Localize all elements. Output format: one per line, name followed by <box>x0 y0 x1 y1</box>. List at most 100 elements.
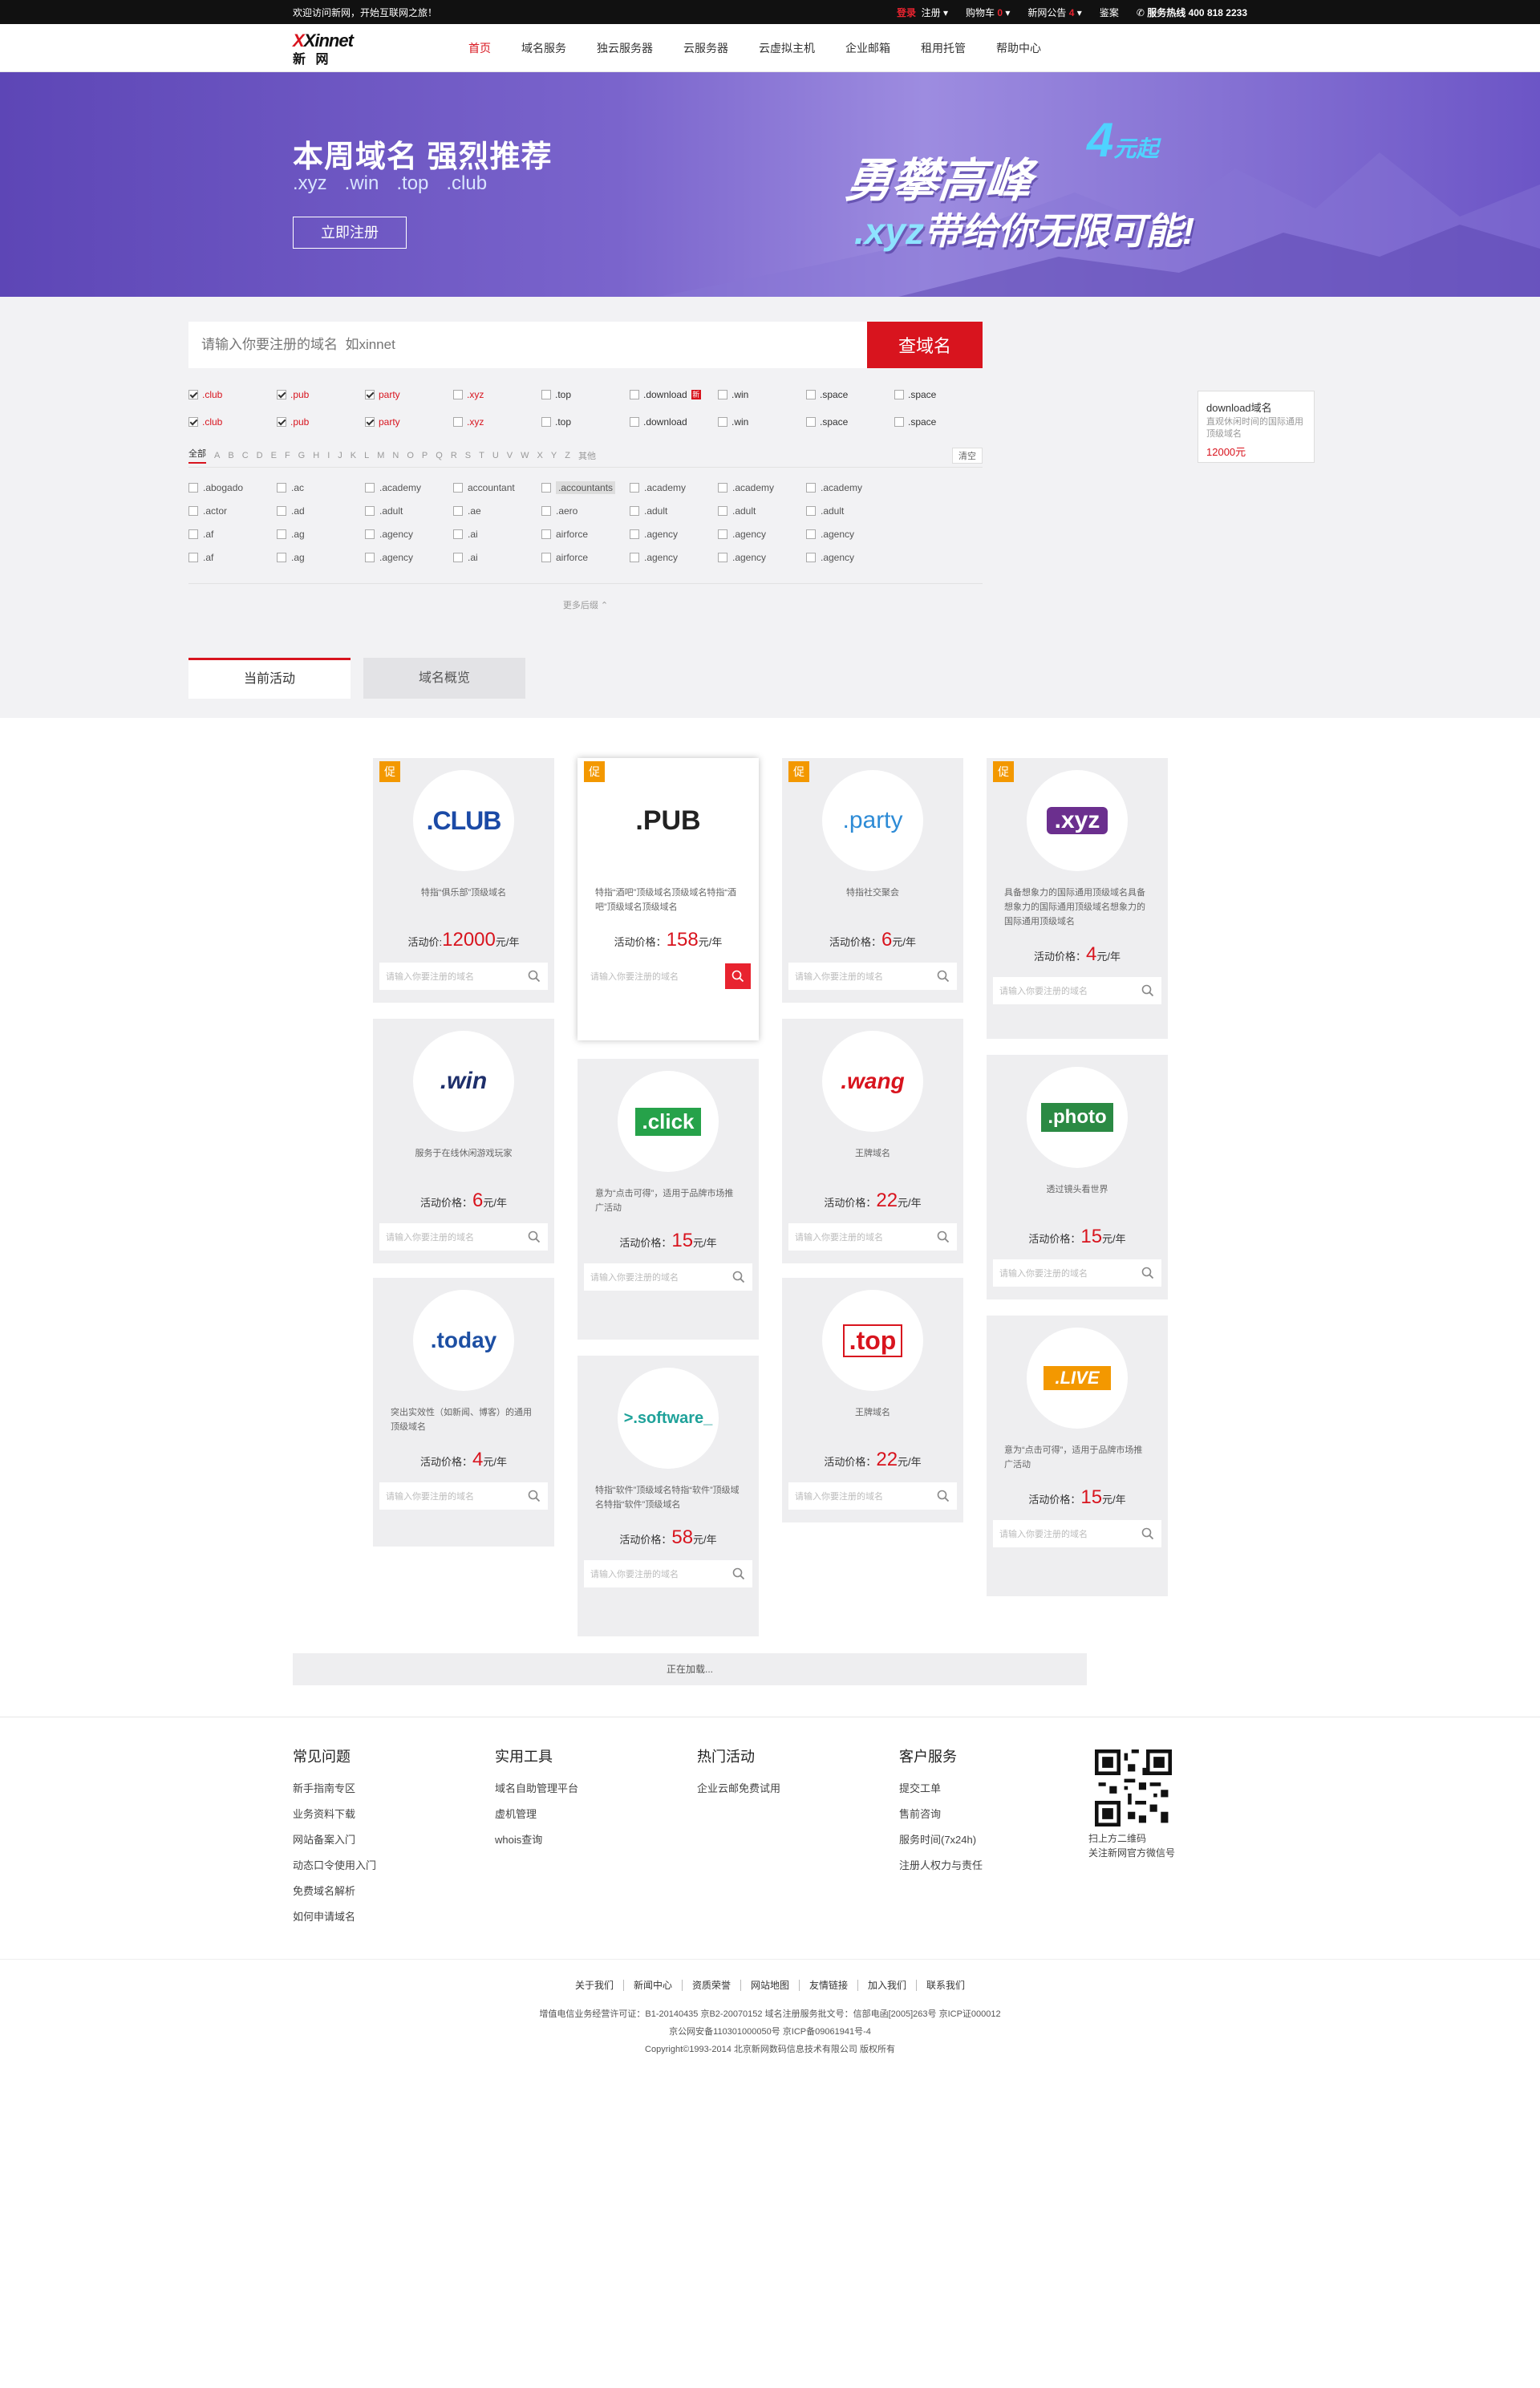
checkbox[interactable] <box>277 482 286 493</box>
checkbox[interactable] <box>806 529 816 539</box>
cart-link[interactable]: 购物车 0 ▾ <box>966 6 1010 19</box>
checkbox[interactable] <box>630 505 639 516</box>
checkbox[interactable] <box>541 529 551 539</box>
tld-checkbox-item[interactable]: .download 新 <box>630 389 718 400</box>
checkbox[interactable] <box>718 552 727 562</box>
promo-card-xyz[interactable]: 促 .xyz 具备想象力的国际通用顶级域名具备想象力的国际通用顶级域名想象力的国际通… <box>987 758 1168 1039</box>
search-icon[interactable] <box>1134 977 1161 1004</box>
extension-checkbox-item[interactable]: .ac <box>277 482 365 493</box>
nav-item[interactable]: 企业邮箱 <box>830 24 906 72</box>
card-search-input[interactable]: 请输入你要注册的域名 <box>788 1223 957 1251</box>
footer-link[interactable]: whois查询 <box>495 1827 578 1853</box>
tld-checkbox-item[interactable]: .club <box>188 416 277 428</box>
tld-checkbox-item[interactable]: .space <box>894 416 983 428</box>
checkbox[interactable] <box>806 390 816 399</box>
promo-card-party[interactable]: 促 .party 特指社交聚会 活动价格：6元/年 请输入你要注册的域名 <box>782 758 963 1003</box>
alpha-filter-letter[interactable]: O <box>407 451 414 460</box>
alpha-filter-letter[interactable]: C <box>242 451 249 460</box>
alpha-filter-letter[interactable]: X <box>537 451 543 460</box>
bottom-link[interactable]: 新闻中心 <box>624 1980 683 1991</box>
extension-checkbox-item[interactable]: .ad <box>277 505 365 517</box>
alpha-filter-letter[interactable]: K <box>351 451 356 460</box>
checkbox[interactable] <box>188 505 198 516</box>
extension-checkbox-item[interactable]: .academy <box>365 482 453 493</box>
search-icon[interactable] <box>725 1560 752 1587</box>
checkbox[interactable] <box>453 482 463 493</box>
checkbox[interactable] <box>718 505 727 516</box>
extension-checkbox-item[interactable]: .adult <box>806 505 894 517</box>
checkbox[interactable] <box>188 552 198 562</box>
search-icon[interactable] <box>521 1482 548 1510</box>
promo-card-win[interactable]: .win 服务于在线休闲游戏玩家 活动价格：6元/年 请输入你要注册的域名 <box>373 1019 554 1263</box>
nav-item[interactable]: 帮助中心 <box>981 24 1056 72</box>
checkbox[interactable] <box>365 417 375 427</box>
extension-checkbox-item[interactable]: .ae <box>453 505 541 517</box>
tld-checkbox-item[interactable]: .xyz <box>453 389 541 400</box>
extension-checkbox-item[interactable]: .actor <box>188 505 277 517</box>
card-search-input[interactable]: 请输入你要注册的域名 <box>379 963 548 990</box>
search-icon[interactable] <box>725 1263 752 1291</box>
checkbox[interactable] <box>894 390 904 399</box>
feedback-link[interactable]: 鉴案 <box>1100 6 1119 19</box>
alpha-filter-letter[interactable]: M <box>377 451 384 460</box>
site-logo[interactable]: XXinnet 新 网 <box>293 30 413 67</box>
footer-link[interactable]: 网站备案入门 <box>293 1827 376 1853</box>
checkbox[interactable] <box>453 529 463 539</box>
checkbox[interactable] <box>630 390 639 399</box>
extension-checkbox-item[interactable]: .academy <box>630 482 718 493</box>
bottom-link[interactable]: 联系我们 <box>917 1980 975 1991</box>
checkbox[interactable] <box>718 529 727 539</box>
alpha-filter-letter[interactable]: G <box>298 451 306 460</box>
extension-checkbox-item[interactable]: airforce <box>541 552 630 563</box>
bottom-link[interactable]: 友情链接 <box>800 1980 859 1991</box>
footer-link[interactable]: 服务时间(7x24h) <box>899 1827 983 1853</box>
checkbox[interactable] <box>277 529 286 539</box>
alpha-filter-letter[interactable]: H <box>313 451 319 460</box>
alpha-filter-letter[interactable]: W <box>521 451 529 460</box>
extension-checkbox-item[interactable]: .ag <box>277 552 365 563</box>
more-extensions-link[interactable]: 更多后缀 ⌃ <box>188 583 983 611</box>
promo-card-top[interactable]: .top 王牌域名 活动价格：22元/年 请输入你要注册的域名 <box>782 1278 963 1522</box>
checkbox[interactable] <box>630 552 639 562</box>
nav-item[interactable]: 域名服务 <box>506 24 582 72</box>
alpha-filter-letter[interactable]: P <box>422 451 428 460</box>
promo-card-software[interactable]: >.software_ 特指“软件”顶级域名特指“软件”顶级域名特指“软件”顶级域… <box>578 1356 759 1636</box>
extension-checkbox-item[interactable]: .agency <box>806 529 894 540</box>
alpha-filter-letter[interactable]: R <box>451 451 457 460</box>
tld-checkbox-item[interactable]: .top <box>541 389 630 400</box>
login-link[interactable]: 登录 <box>897 7 916 18</box>
checkbox[interactable] <box>630 417 639 427</box>
tld-checkbox-item[interactable]: party <box>365 416 453 428</box>
alpha-filter-all[interactable]: 全部 <box>188 447 206 464</box>
checkbox[interactable] <box>453 505 463 516</box>
card-search-input[interactable]: 请输入你要注册的域名 <box>993 1259 1161 1287</box>
checkbox[interactable] <box>541 482 551 493</box>
tld-checkbox-item[interactable]: .club <box>188 389 277 400</box>
checkbox[interactable] <box>541 552 551 562</box>
extension-checkbox-item[interactable]: .agency <box>718 552 806 563</box>
alpha-filter-letter[interactable]: T <box>479 451 484 460</box>
checkbox[interactable] <box>277 552 286 562</box>
alpha-filter-letter[interactable]: E <box>271 451 277 460</box>
alpha-filter-letter[interactable]: Q <box>436 451 443 460</box>
extension-checkbox-item[interactable]: .agency <box>630 552 718 563</box>
extension-checkbox-item[interactable]: .agency <box>365 552 453 563</box>
checkbox[interactable] <box>365 505 375 516</box>
domain-search-input[interactable] <box>188 322 867 368</box>
checkbox[interactable] <box>365 482 375 493</box>
checkbox[interactable] <box>188 417 198 427</box>
footer-link[interactable]: 虚机管理 <box>495 1802 578 1827</box>
promo-card-wang[interactable]: .wang 王牌域名 活动价格：22元/年 请输入你要注册的域名 <box>782 1019 963 1263</box>
extension-checkbox-item[interactable]: .agency <box>630 529 718 540</box>
checkbox[interactable] <box>630 529 639 539</box>
alpha-filter-other[interactable]: 其他 <box>578 449 596 462</box>
footer-link[interactable]: 域名自助管理平台 <box>495 1776 578 1802</box>
alpha-filter-letter[interactable]: A <box>214 451 220 460</box>
search-icon[interactable] <box>725 963 751 989</box>
alpha-filter-letter[interactable]: Z <box>565 451 570 460</box>
checkbox[interactable] <box>806 505 816 516</box>
extension-checkbox-item[interactable]: airforce <box>541 529 630 540</box>
extension-checkbox-item[interactable]: .af <box>188 552 277 563</box>
nav-item[interactable]: 云服务器 <box>668 24 744 72</box>
extension-checkbox-item[interactable]: .accountants <box>541 480 630 494</box>
